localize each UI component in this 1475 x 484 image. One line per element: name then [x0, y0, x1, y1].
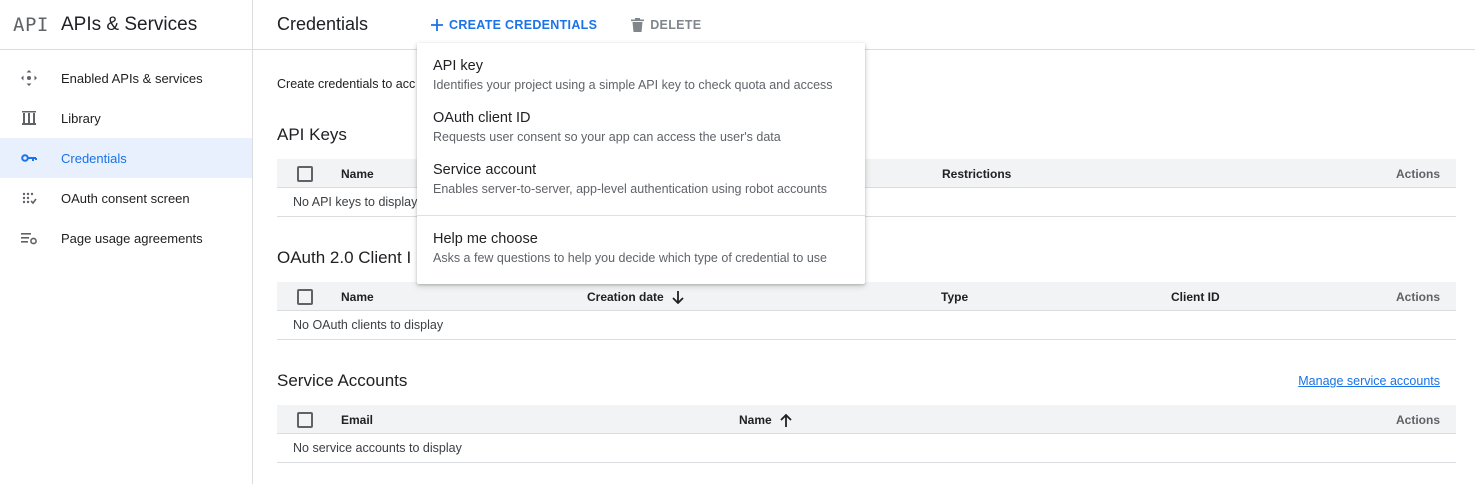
product-title: APIs & Services — [61, 13, 198, 35]
oauth-clients-title: OAuth 2.0 Client I — [277, 248, 412, 267]
column-type[interactable]: Type — [941, 290, 968, 304]
create-credentials-label: CREATE CREDENTIALS — [449, 17, 598, 32]
select-all-checkbox[interactable] — [297, 412, 313, 428]
arrow-down-icon — [672, 290, 684, 304]
api-logo: API — [13, 13, 49, 36]
select-all-checkbox[interactable] — [297, 289, 313, 305]
page-title: Credentials — [277, 14, 369, 34]
menu-item-description: Identifies your project using a simple A… — [433, 78, 833, 92]
menu-item-title: Service account — [433, 162, 537, 178]
trash-icon — [631, 17, 645, 32]
menu-divider — [417, 215, 865, 216]
sidebar-item-label: OAuth consent screen — [61, 190, 190, 206]
column-client-id[interactable]: Client ID — [1171, 290, 1220, 304]
column-label: Name — [739, 413, 772, 427]
table-header: Email Name Actions — [277, 405, 1456, 434]
menu-item-description: Requests user consent so your app can ac… — [433, 130, 781, 144]
empty-row: No service accounts to display — [277, 434, 1456, 463]
create-credentials-menu: API key Identifies your project using a … — [417, 43, 865, 284]
column-name[interactable]: Name — [341, 167, 374, 181]
menu-item-title: API key — [433, 58, 483, 74]
sidebar-item-label: Credentials — [61, 150, 127, 166]
delete-button[interactable]: DELETE — [631, 17, 702, 32]
service-accounts-table: Email Name Actions No service accounts t… — [277, 405, 1456, 463]
sidebar-item-label: Enabled APIs & services — [61, 70, 203, 86]
menu-item-title: Help me choose — [433, 231, 538, 247]
sidebar-nav: Enabled APIs & services Library Credenti… — [0, 50, 252, 258]
menu-item-title: OAuth client ID — [433, 110, 531, 126]
menu-item-api-key[interactable]: API key Identifies your project using a … — [417, 49, 865, 101]
library-icon — [20, 109, 61, 127]
select-all-checkbox[interactable] — [297, 166, 313, 182]
column-name[interactable]: Name — [739, 413, 792, 427]
menu-item-service-account[interactable]: Service account Enables server-to-server… — [417, 153, 865, 205]
plus-icon — [431, 18, 443, 31]
table-header: Name Creation date Type Client ID Action… — [277, 282, 1456, 311]
sidebar-item-library[interactable]: Library — [0, 98, 252, 138]
brand-header: API APIs & Services — [0, 0, 252, 50]
sidebar-item-credentials[interactable]: Credentials — [0, 138, 252, 178]
column-actions: Actions — [1395, 290, 1440, 304]
empty-row: No OAuth clients to display — [277, 311, 1456, 340]
column-email[interactable]: Email — [341, 413, 373, 427]
column-actions: Actions — [1395, 413, 1440, 427]
key-icon — [20, 149, 61, 167]
manage-service-accounts-link[interactable]: Manage service accounts — [1298, 374, 1440, 388]
sidebar-item-label: Library — [61, 110, 101, 126]
menu-item-description: Enables server-to-server, app-level auth… — [433, 182, 827, 196]
menu-item-help-me-choose[interactable]: Help me choose Asks a few questions to h… — [417, 224, 865, 276]
arrow-up-icon — [780, 413, 792, 427]
service-accounts-title: Service Accounts — [277, 371, 408, 390]
menu-item-description: Asks a few questions to help you decide … — [433, 251, 827, 265]
column-actions: Actions — [1395, 167, 1440, 181]
sidebar-item-enabled-apis[interactable]: Enabled APIs & services — [0, 58, 252, 98]
create-credentials-button[interactable]: CREATE CREDENTIALS — [431, 18, 597, 32]
column-creation-date[interactable]: Creation date — [587, 290, 684, 304]
sidebar-item-oauth-consent[interactable]: OAuth consent screen — [0, 178, 252, 218]
oauth-consent-icon — [20, 189, 61, 207]
intro-text: Create credentials to acc — [277, 77, 416, 91]
column-label: Creation date — [587, 290, 664, 304]
sidebar: API APIs & Services Enabled APIs & servi… — [0, 0, 253, 484]
settings-list-icon — [20, 229, 61, 247]
api-keys-title: API Keys — [277, 125, 347, 144]
delete-label: DELETE — [650, 17, 702, 32]
column-name[interactable]: Name — [341, 290, 374, 304]
enabled-apis-icon — [20, 69, 61, 87]
sidebar-item-page-usage[interactable]: Page usage agreements — [0, 218, 252, 258]
sidebar-item-label: Page usage agreements — [61, 230, 203, 246]
menu-item-oauth-client-id[interactable]: OAuth client ID Requests user consent so… — [417, 101, 865, 153]
column-restrictions[interactable]: Restrictions — [942, 167, 1011, 181]
oauth-clients-table: Name Creation date Type Client ID Action… — [277, 282, 1456, 340]
